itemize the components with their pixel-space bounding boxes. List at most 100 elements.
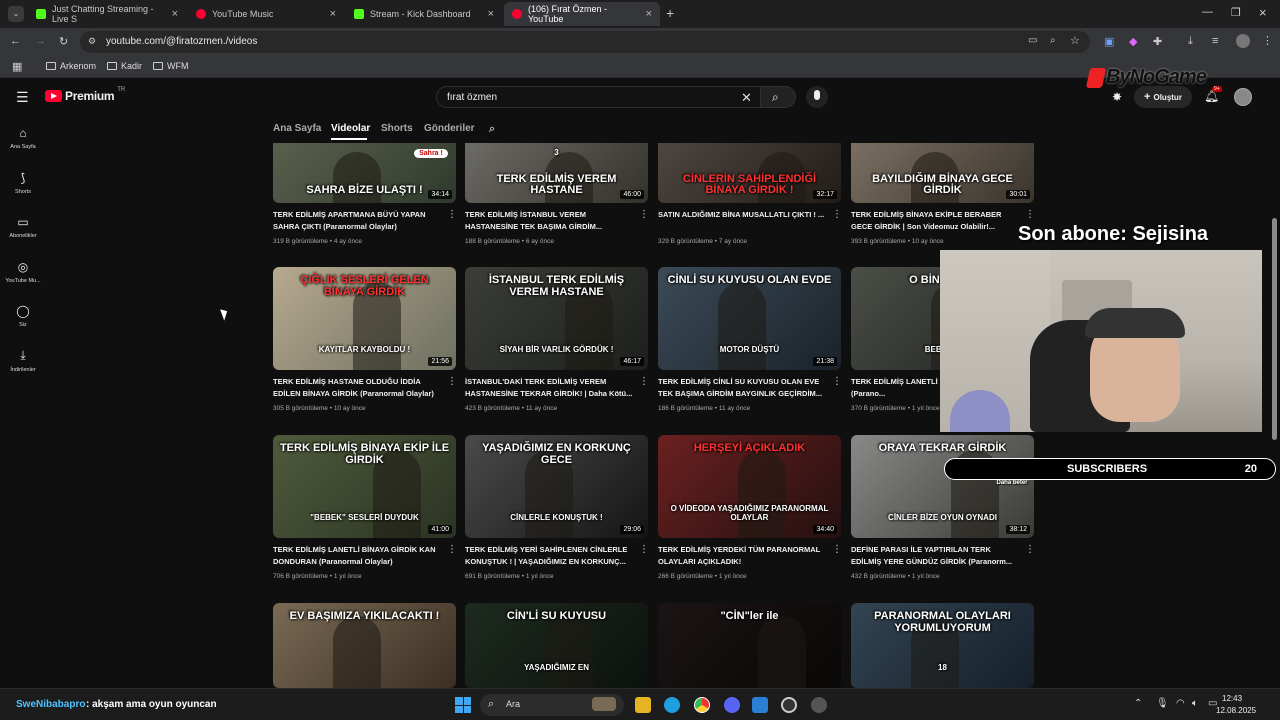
page-scrollbar[interactable] xyxy=(1272,218,1277,440)
video-thumbnail[interactable]: PARANORMAL OLAYLARI YORUMLUYORUM 18 xyxy=(851,603,1034,688)
video-menu-icon[interactable]: ⋮ xyxy=(1025,209,1035,220)
clear-search-icon[interactable]: ✕ xyxy=(741,90,752,106)
sidebar-item-downloads[interactable]: ⤓ İndirilenler xyxy=(0,348,46,373)
video-menu-icon[interactable]: ⋮ xyxy=(832,209,842,220)
bookmark-arkenom[interactable]: Arkenom xyxy=(46,61,96,71)
sidebar-item-you[interactable]: ◯ Siz xyxy=(0,304,46,328)
search-button[interactable]: ⌕ xyxy=(760,86,796,108)
sidebar-item-shorts[interactable]: ⟆ Shorts xyxy=(0,171,46,195)
tab-search-icon[interactable]: ⌄ xyxy=(8,6,24,22)
video-menu-icon[interactable]: ⋮ xyxy=(639,209,649,220)
video-thumbnail[interactable]: EV BAŞIMIZA YIKILACAKTI ! xyxy=(273,603,456,688)
sparkle-icon[interactable]: ✸ xyxy=(1112,90,1122,104)
bookmark-kadir[interactable]: Kadir xyxy=(107,61,142,71)
address-bar[interactable]: ⚙ youtube.com/@firatozmen./videos ▭ ⌕ ☆ xyxy=(80,31,1090,53)
menu-icon[interactable]: ⋮ xyxy=(1262,34,1273,47)
edge-icon[interactable] xyxy=(664,697,680,713)
voice-search-button[interactable] xyxy=(806,86,828,108)
back-icon[interactable]: ← xyxy=(10,35,21,47)
close-icon[interactable]: × xyxy=(646,8,652,20)
tray-overflow-icon[interactable]: ⌃ xyxy=(1134,698,1142,709)
video-thumbnail[interactable]: YAŞADIĞIMIZ EN KORKUNÇ GECE CİNLERLE KONU… xyxy=(465,435,648,538)
vscode-icon[interactable] xyxy=(752,697,768,713)
download-icon[interactable]: ⤓ xyxy=(1188,35,1193,48)
new-tab-icon[interactable]: + xyxy=(666,5,674,21)
sidebar-item-subscriptions[interactable]: ▭ Abonelikler xyxy=(0,215,46,239)
video-title[interactable]: TERK EDİLMİŞ YERİ SAHİPLENEN CİNLERLE KO… xyxy=(465,544,635,567)
tab-kick-dashboard[interactable]: Stream - Kick Dashboard × xyxy=(346,2,502,26)
video-title[interactable]: İSTANBUL'DAKİ TERK EDİLMİŞ VEREM HASTANE… xyxy=(465,376,635,399)
video-thumbnail[interactable]: İSTANBUL TERK EDİLMİŞ VEREM HASTANE SİYAH… xyxy=(465,267,648,370)
windows-start-icon[interactable] xyxy=(455,697,471,713)
video-thumbnail[interactable]: CİNLİ SU KUYUSU OLAN EVDE MOTOR DÜŞTÜ 21:3… xyxy=(658,267,841,370)
video-title[interactable]: TERK EDİLMİŞ İSTANBUL VEREM HASTANESİNE … xyxy=(465,209,635,232)
tab-youtube-channel[interactable]: (106) Fırat Özmen - YouTube × xyxy=(504,2,660,26)
video-thumbnail[interactable]: SAHRA BİZE ULAŞTI ! Sahra ! 34:14 xyxy=(273,143,456,203)
video-menu-icon[interactable]: ⋮ xyxy=(447,376,457,387)
extension-icon[interactable]: ◆ xyxy=(1129,35,1137,48)
close-icon[interactable]: × xyxy=(330,8,336,20)
clock-time[interactable]: 12:43 xyxy=(1222,694,1242,703)
extensions-icon[interactable]: ✚ xyxy=(1153,35,1162,48)
translate-icon[interactable]: ▣ xyxy=(1104,35,1114,48)
cast-icon[interactable]: ▭ xyxy=(1028,35,1037,46)
video-title[interactable]: SATIN ALDIĞIMIZ BİNA MUSALLATLI ÇIKTI ! … xyxy=(658,209,828,221)
video-menu-icon[interactable]: ⋮ xyxy=(832,376,842,387)
file-explorer-icon[interactable] xyxy=(635,697,651,713)
zoom-icon[interactable]: ⌕ xyxy=(1050,35,1056,46)
video-title[interactable]: TERK EDİLMİŞ YERDEKİ TÜM PARANORMAL OLAY… xyxy=(658,544,828,567)
video-menu-icon[interactable]: ⋮ xyxy=(447,209,457,220)
video-thumbnail[interactable]: ÇIĞLIK SESLERİ GELEN BİNAYA GİRDİK KAYITL… xyxy=(273,267,456,370)
search-input[interactable]: fırat özmen ✕ xyxy=(436,86,766,108)
close-icon[interactable]: × xyxy=(488,8,494,20)
bookmark-star-icon[interactable]: ☆ xyxy=(1070,34,1080,47)
media-icon[interactable]: ≡ xyxy=(1212,35,1218,47)
video-thumbnail[interactable]: TERK EDİLMİŞ BİNAYA EKİP İLE GİRDİK "BEBE… xyxy=(273,435,456,538)
video-thumbnail[interactable]: HERŞEYİ AÇIKLADIK O VİDEODA YAŞADIĞIMIZ P… xyxy=(658,435,841,538)
close-icon[interactable]: × xyxy=(172,8,178,20)
video-menu-icon[interactable]: ⋮ xyxy=(832,544,842,555)
maximize-icon[interactable]: ❐ xyxy=(1231,6,1241,19)
video-thumbnail[interactable]: TERK EDİLMİŞ VEREM HASTANE 3 46:00 xyxy=(465,143,648,203)
reload-icon[interactable]: ↻ xyxy=(59,35,68,48)
video-title[interactable]: TERK EDİLMİŞ LANETLİ BİNAYA GİRDİK KAN D… xyxy=(273,544,443,567)
site-info-icon[interactable]: ⚙ xyxy=(88,36,96,47)
tab-home[interactable]: Ana Sayfa xyxy=(273,123,321,134)
video-title[interactable]: DEFİNE PARASI İLE YAPTIRILAN TERK EDİLMİ… xyxy=(851,544,1021,567)
create-button[interactable]: + Oluştur xyxy=(1134,86,1192,108)
youtube-logo[interactable]: Premium TR xyxy=(45,87,125,103)
video-menu-icon[interactable]: ⋮ xyxy=(1025,544,1035,555)
volume-icon[interactable]: 🔈︎ xyxy=(1192,698,1198,709)
tab-youtube-music[interactable]: YouTube Music × xyxy=(188,2,344,26)
github-icon[interactable] xyxy=(781,697,797,713)
clock-date[interactable]: 12.08.2025 xyxy=(1216,706,1256,715)
forward-icon[interactable]: → xyxy=(35,35,46,47)
video-thumbnail[interactable]: CİN'Lİ SU KUYUSU YAŞADIĞIMIZ EN xyxy=(465,603,648,688)
video-title[interactable]: TERK EDİLMİŞ CİNLİ SU KUYUSU OLAN EVE TE… xyxy=(658,376,828,399)
hamburger-menu-icon[interactable]: ☰ xyxy=(16,89,29,106)
tab-shorts[interactable]: Shorts xyxy=(381,123,413,134)
video-menu-icon[interactable]: ⋮ xyxy=(447,544,457,555)
video-thumbnail[interactable]: BAYILDIĞIM BİNAYA GECE GİRDİK 30:01 xyxy=(851,143,1034,203)
sidebar-item-home[interactable]: ⌂ Ana Sayfa xyxy=(0,126,46,150)
obs-icon[interactable] xyxy=(811,697,827,713)
video-title[interactable]: TERK EDİLMİŞ BİNAYA EKİPLE BERABER GECE … xyxy=(851,209,1021,232)
tab-posts[interactable]: Gönderiler xyxy=(424,123,475,134)
bookmark-wfm[interactable]: WFM xyxy=(153,61,189,71)
discord-icon[interactable] xyxy=(724,697,740,713)
sidebar-item-youtube-music[interactable]: ◎ YouTube Mu... xyxy=(0,260,46,284)
chrome-icon[interactable] xyxy=(694,697,710,713)
video-thumbnail[interactable]: "CİN"ler ile xyxy=(658,603,841,688)
video-menu-icon[interactable]: ⋮ xyxy=(639,544,649,555)
video-thumbnail[interactable]: CİNLERİN SAHİPLENDİĞİ BİNAYA GİRDİK ! 32:… xyxy=(658,143,841,203)
minimize-icon[interactable]: — xyxy=(1202,6,1213,18)
video-title[interactable]: TERK EDİLMİŞ APARTMANA BÜYÜ YAPAN SAHRA … xyxy=(273,209,443,232)
close-window-icon[interactable]: × xyxy=(1259,5,1267,20)
tab-videos[interactable]: Videolar xyxy=(331,123,370,134)
wifi-icon[interactable]: ◠ xyxy=(1176,698,1185,709)
apps-icon[interactable]: ▦ xyxy=(12,60,22,73)
video-menu-icon[interactable]: ⋮ xyxy=(639,376,649,387)
video-title[interactable]: TERK EDİLMİŞ HASTANE OLDUĞU İDDİA EDİLEN… xyxy=(273,376,443,399)
account-avatar[interactable] xyxy=(1234,88,1252,106)
channel-search-icon[interactable]: ⌕ xyxy=(489,123,495,136)
